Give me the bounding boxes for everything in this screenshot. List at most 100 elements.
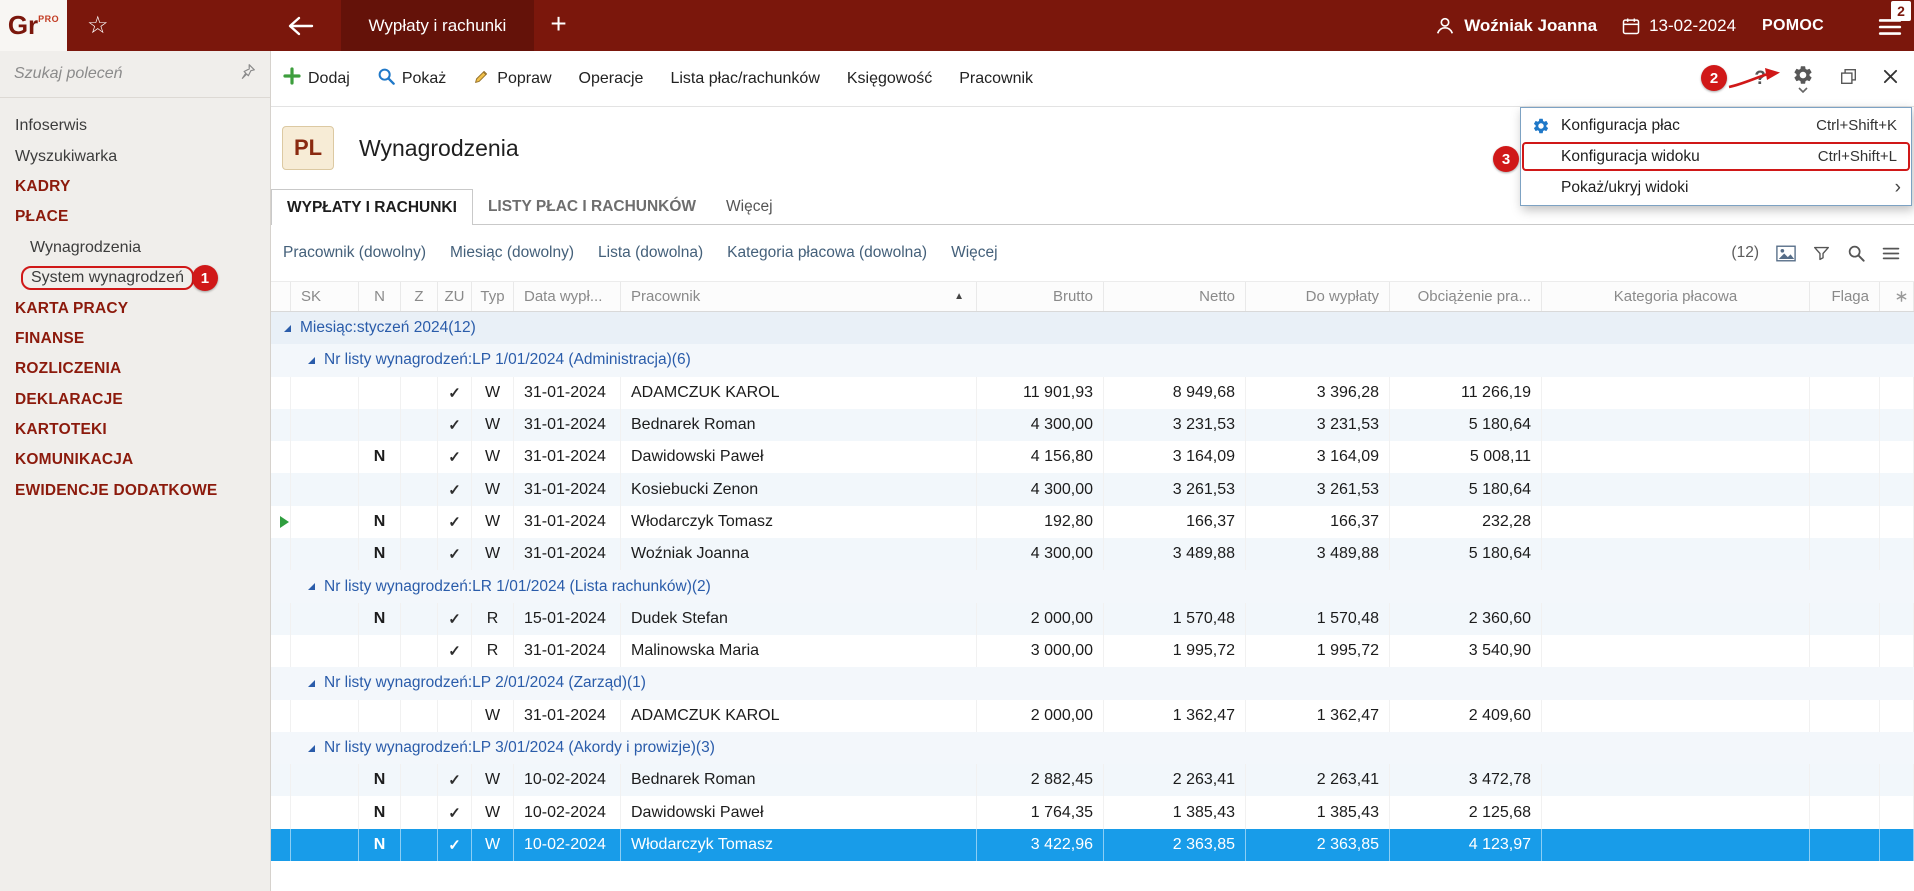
module-badge: PL bbox=[282, 126, 334, 170]
tab-wiecej[interactable]: Więcej bbox=[711, 189, 788, 224]
sidebar-item-rozliczenia[interactable]: ROZLICZENIA bbox=[0, 354, 270, 384]
sort-asc-icon: ▲ bbox=[954, 291, 964, 302]
column-header-do-wyplaty[interactable]: Do wypłaty bbox=[1246, 282, 1390, 311]
sidebar-item-kartoteki[interactable]: KARTOTEKI bbox=[0, 415, 270, 445]
table-row[interactable]: N✓W31-01-2024Woźniak Joanna4 300,003 489… bbox=[271, 538, 1914, 570]
table-row[interactable]: N✓W10-02-2024Włodarczyk Tomasz3 422,962 … bbox=[271, 829, 1914, 861]
window-tab[interactable]: Wypłaty i rachunki bbox=[341, 0, 535, 51]
row-marker-cell bbox=[271, 409, 291, 441]
column-header-z[interactable]: Z bbox=[401, 282, 438, 311]
new-tab-button[interactable]: + bbox=[550, 10, 566, 38]
topbar-right: Woźniak Joanna 13-02-2024 POMOC bbox=[1434, 15, 1914, 37]
table-row[interactable]: N✓R15-01-2024Dudek Stefan2 000,001 570,4… bbox=[271, 603, 1914, 635]
cell-filler bbox=[1880, 764, 1914, 796]
sidebar-item-place[interactable]: PŁACE bbox=[0, 202, 270, 232]
column-header-sk[interactable]: SK bbox=[291, 282, 359, 311]
column-chooser-icon[interactable] bbox=[1896, 291, 1907, 302]
list-group-row[interactable]: Nr listy wynagrodzeń: LP 1/01/2024 (Admi… bbox=[271, 344, 1914, 376]
sidebar-item-komunikacja[interactable]: KOMUNIKACJA bbox=[0, 445, 270, 475]
sidebar-item-system-wynagrodzen[interactable]: System wynagrodzeń1 bbox=[0, 263, 270, 293]
app-logo[interactable]: GrPRO bbox=[0, 0, 67, 51]
sidebar-item-karta-pracy[interactable]: KARTA PRACY bbox=[0, 293, 270, 323]
cell-filler bbox=[1880, 700, 1914, 732]
help-link[interactable]: POMOC bbox=[1762, 17, 1824, 35]
table-row[interactable]: N✓W10-02-2024Bednarek Roman2 882,452 263… bbox=[271, 764, 1914, 796]
column-chooser-cell[interactable] bbox=[1880, 282, 1914, 311]
menu-item-pokaz-ukryj-widoki[interactable]: Pokaż/ukryj widoki› bbox=[1521, 172, 1911, 203]
toolbar-popraw[interactable]: Popraw bbox=[473, 68, 551, 90]
column-header-pracownik[interactable]: Pracownik▲ bbox=[621, 282, 977, 311]
list-group-row[interactable]: Nr listy wynagrodzeń: LR 1/01/2024 (List… bbox=[271, 570, 1914, 602]
table-row[interactable]: N✓W31-01-2024Dawidowski Paweł4 156,803 1… bbox=[271, 441, 1914, 473]
toolbar-dodaj[interactable]: Dodaj bbox=[283, 67, 350, 90]
sidebar-item-ewidencje-dodatkowe[interactable]: EWIDENCJE DODATKOWE bbox=[0, 476, 270, 506]
command-search-input[interactable]: Szukaj poleceń bbox=[0, 51, 270, 98]
settings-gear-button[interactable] bbox=[1792, 64, 1814, 93]
filter-lista-dowolna[interactable]: Lista (dowolna) bbox=[598, 244, 703, 262]
column-header-zu[interactable]: ZU bbox=[438, 282, 472, 311]
toolbar-operacje[interactable]: Operacje bbox=[579, 70, 644, 88]
content-area: Dodaj Pokaż Popraw Operacje Lista płac/rachu… bbox=[271, 51, 1914, 891]
collapse-triangle-icon[interactable] bbox=[308, 745, 315, 752]
favorites-star-icon[interactable]: ☆ bbox=[87, 14, 109, 38]
column-header-netto[interactable]: Netto bbox=[1104, 282, 1246, 311]
notification-badge[interactable]: 2 bbox=[1891, 1, 1911, 21]
table-row[interactable]: N✓W10-02-2024Dawidowski Paweł1 764,351 3… bbox=[271, 796, 1914, 828]
tab-wyplaty-i-rachunki[interactable]: WYPŁATY I RACHUNKI bbox=[271, 189, 473, 225]
column-header-obciazenie-pra[interactable]: Obciążenie pra... bbox=[1390, 282, 1542, 311]
cell-do-wyplaty: 2 363,85 bbox=[1246, 829, 1390, 861]
pin-icon[interactable] bbox=[239, 63, 256, 85]
filter-kategoria-placowa-dowolna[interactable]: Kategoria płacowa (dowolna) bbox=[727, 244, 927, 262]
toolbar-ksiegowosc[interactable]: Księgowość bbox=[847, 70, 932, 88]
sidebar-item-wynagrodzenia[interactable]: Wynagrodzenia bbox=[0, 233, 270, 263]
month-group-row[interactable]: Miesiąc: styczeń 2024 (12) bbox=[271, 312, 1914, 344]
restore-window-icon[interactable] bbox=[1840, 68, 1857, 90]
collapse-triangle-icon[interactable] bbox=[308, 583, 315, 590]
menu-item-konfiguracja-plac[interactable]: Konfiguracja płacCtrl+Shift+K bbox=[1521, 110, 1911, 141]
column-header-n[interactable]: N bbox=[359, 282, 401, 311]
cell-zu: ✓ bbox=[438, 506, 472, 538]
close-icon[interactable] bbox=[1883, 69, 1898, 89]
cell-n bbox=[359, 635, 401, 667]
column-header-flaga[interactable]: Flaga bbox=[1810, 282, 1880, 311]
filter-miesiac-dowolny[interactable]: Miesiąc (dowolny) bbox=[450, 244, 574, 262]
sidebar-item-deklaracje[interactable]: DEKLARACJE bbox=[0, 385, 270, 415]
current-date[interactable]: 13-02-2024 bbox=[1649, 16, 1736, 36]
table-row[interactable]: W31-01-2024ADAMCZUK KAROL2 000,001 362,4… bbox=[271, 700, 1914, 732]
current-user[interactable]: Woźniak Joanna bbox=[1464, 16, 1597, 36]
column-header-data-wypl[interactable]: Data wypł... bbox=[514, 282, 621, 311]
sidebar-item-wyszukiwarka[interactable]: Wyszukiwarka bbox=[0, 141, 270, 171]
list-group-row[interactable]: Nr listy wynagrodzeń: LP 2/01/2024 (Zarz… bbox=[271, 667, 1914, 699]
cell-typ: W bbox=[472, 829, 514, 861]
column-header-brutto[interactable]: Brutto bbox=[977, 282, 1104, 311]
image-view-icon[interactable] bbox=[1776, 245, 1796, 262]
search-icon[interactable] bbox=[1847, 244, 1865, 262]
table-row[interactable]: ✓W31-01-2024Bednarek Roman4 300,003 231,… bbox=[271, 409, 1914, 441]
cell-do-wyplaty: 166,37 bbox=[1246, 506, 1390, 538]
collapse-triangle-icon[interactable] bbox=[284, 325, 291, 332]
toolbar-pokaz[interactable]: Pokaż bbox=[377, 67, 446, 90]
column-header-typ[interactable]: Typ bbox=[472, 282, 514, 311]
table-row[interactable]: ✓R31-01-2024Malinowska Maria3 000,001 99… bbox=[271, 635, 1914, 667]
list-group-row[interactable]: Nr listy wynagrodzeń: LP 3/01/2024 (Akor… bbox=[271, 732, 1914, 764]
sidebar-item-infoserwis[interactable]: Infoserwis bbox=[0, 111, 270, 141]
menu-item-konfiguracja-widoku[interactable]: Konfiguracja widokuCtrl+Shift+L bbox=[1521, 141, 1911, 172]
toolbar-pracownik[interactable]: Pracownik bbox=[959, 70, 1033, 88]
toolbar-lista-plac-rachunkow[interactable]: Lista płac/rachunków bbox=[670, 70, 819, 88]
filter-wiecej[interactable]: Więcej bbox=[951, 244, 998, 262]
cell-filler bbox=[1880, 829, 1914, 861]
table-row[interactable]: ✓W31-01-2024ADAMCZUK KAROL11 901,938 949… bbox=[271, 377, 1914, 409]
cell-kategoria-placowa bbox=[1542, 377, 1810, 409]
column-header-kategoria-placowa[interactable]: Kategoria płacowa bbox=[1542, 282, 1810, 311]
filter-pracownik-dowolny[interactable]: Pracownik (dowolny) bbox=[283, 244, 426, 262]
back-arrow-icon[interactable] bbox=[285, 13, 315, 39]
tab-listy-plac-i-rachunkow[interactable]: LISTY PŁAC I RACHUNKÓW bbox=[473, 189, 711, 224]
filter-funnel-icon[interactable] bbox=[1813, 245, 1830, 262]
table-row[interactable]: ✓W31-01-2024Kosiebucki Zenon4 300,003 26… bbox=[271, 473, 1914, 505]
collapse-triangle-icon[interactable] bbox=[308, 680, 315, 687]
sidebar-item-finanse[interactable]: FINANSE bbox=[0, 324, 270, 354]
collapse-triangle-icon[interactable] bbox=[308, 357, 315, 364]
list-options-icon[interactable] bbox=[1882, 246, 1900, 261]
table-row[interactable]: N✓W31-01-2024Włodarczyk Tomasz192,80166,… bbox=[271, 506, 1914, 538]
sidebar-item-kadry[interactable]: KADRY bbox=[0, 172, 270, 202]
